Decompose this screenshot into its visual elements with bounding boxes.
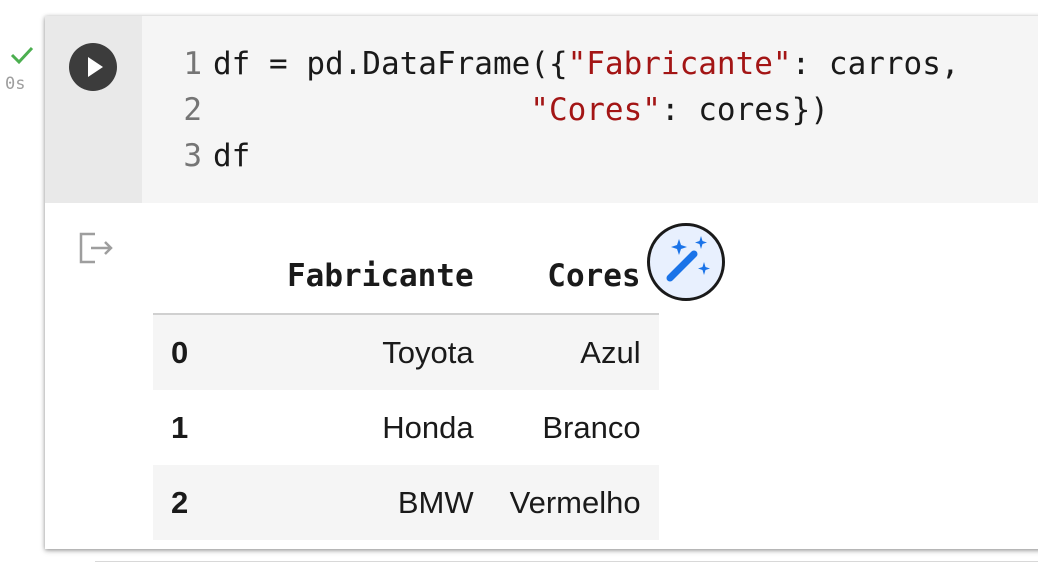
- row-index: 2: [153, 465, 269, 540]
- code-editor[interactable]: 1 df = pd.DataFrame({"Fabricante": carros…: [142, 16, 1038, 203]
- execution-status: [0, 44, 44, 66]
- line-number: 3: [183, 138, 202, 174]
- line-number: 1: [183, 46, 202, 82]
- code-text: df = pd.DataFrame({: [213, 46, 568, 82]
- play-icon: [88, 57, 103, 77]
- check-icon: [10, 46, 34, 65]
- code-string: "Cores": [530, 92, 661, 128]
- code-string: "Fabricante": [567, 46, 792, 82]
- code-text: : carros,: [791, 46, 960, 82]
- cell-fabricante: Toyota: [269, 314, 492, 390]
- output-redirect-icon[interactable]: [77, 230, 117, 266]
- suggest-charts-button[interactable]: [647, 223, 725, 301]
- divider: [95, 561, 1038, 562]
- code-cell[interactable]: 1 df = pd.DataFrame({"Fabricante": carros…: [45, 16, 1038, 549]
- code-text: df: [213, 138, 251, 174]
- code-line-2: 2 "Cores": cores}): [142, 87, 829, 133]
- code-line-1: 1 df = pd.DataFrame({"Fabricante": carros…: [142, 41, 960, 87]
- execution-time: 0s: [5, 74, 26, 94]
- cell-gutter: [45, 16, 142, 203]
- cell-fabricante: Honda: [382, 409, 474, 445]
- table-row: 1 Honda Branco: [153, 390, 659, 465]
- dataframe-table: Fabricante Cores 0 Toyota Azul 1 Honda B…: [153, 238, 659, 540]
- code-line-3: 3 df: [142, 133, 250, 179]
- column-header-fabricante: Fabricante: [269, 238, 492, 315]
- cell-cores: Azul: [491, 314, 659, 390]
- column-header-cores: Cores: [491, 238, 659, 315]
- cell-fabricante: BMW: [269, 465, 492, 540]
- row-index: 1: [171, 409, 189, 445]
- cell-cores: Vermelho: [491, 465, 659, 540]
- index-header: [153, 238, 269, 315]
- line-number: 2: [183, 92, 202, 128]
- cell-cores: Branco: [542, 409, 641, 445]
- row-index: 0: [153, 314, 269, 390]
- table-row: 0 Toyota Azul: [153, 314, 659, 390]
- run-cell-button[interactable]: [69, 43, 117, 91]
- magic-wand-icon: [666, 236, 710, 282]
- code-text: : cores}): [660, 92, 829, 128]
- table-header-row: Fabricante Cores: [153, 238, 659, 315]
- table-row: 2 BMW Vermelho: [153, 465, 659, 540]
